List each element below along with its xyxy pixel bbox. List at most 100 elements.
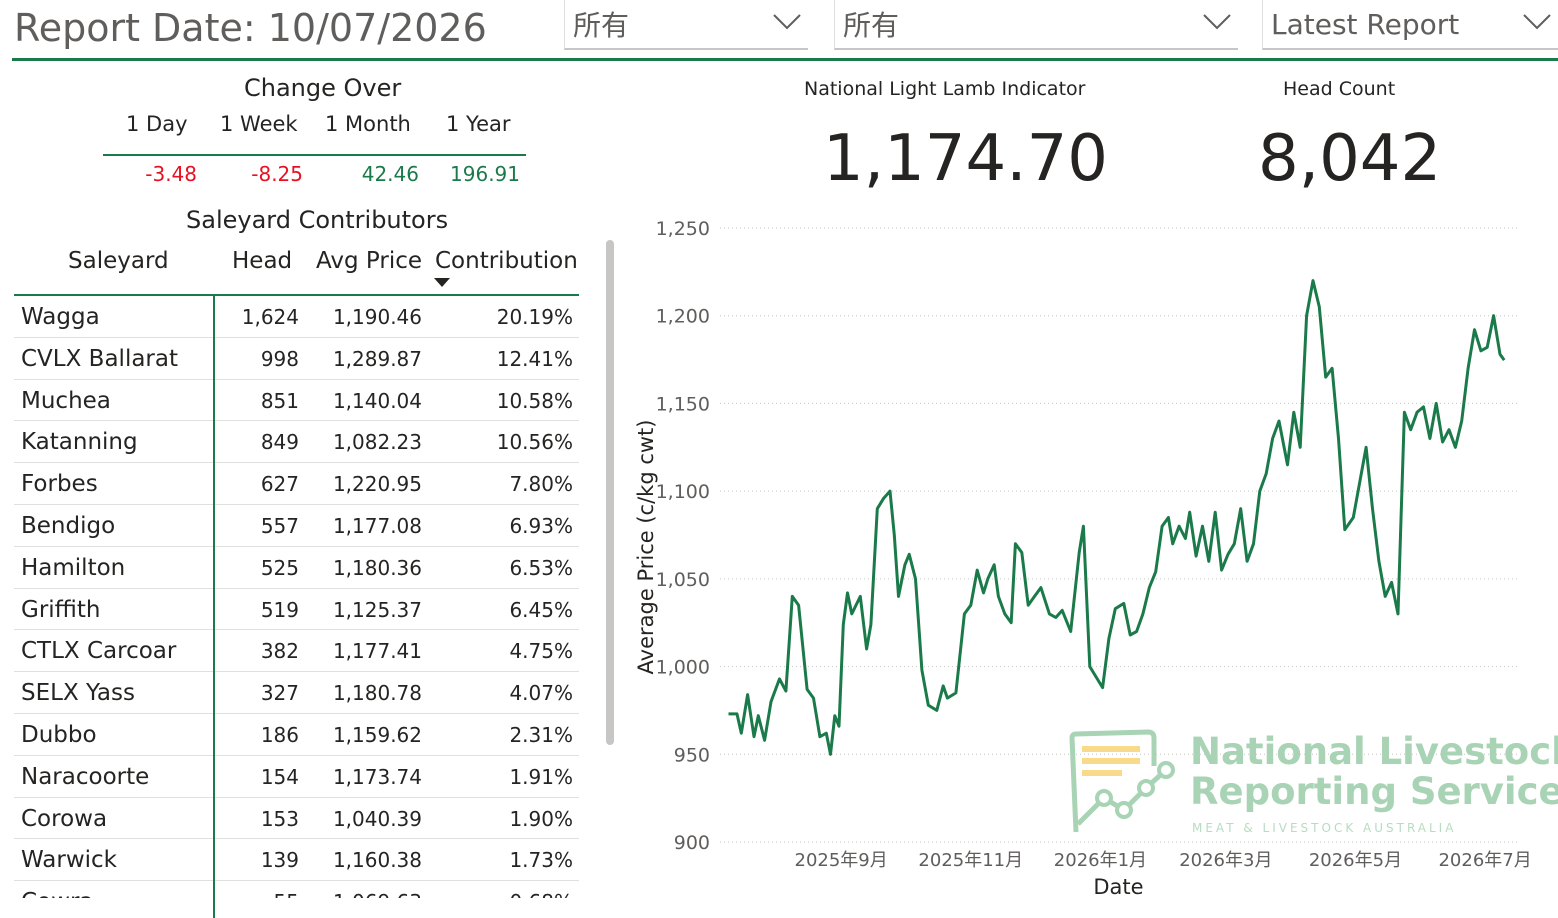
contribution-cell: 7.80% <box>509 472 573 497</box>
avg-price-cell: 1,220.95 <box>332 472 422 497</box>
saleyard-name-cell: Corowa <box>21 805 108 832</box>
table-scrollbar[interactable] <box>606 240 614 745</box>
y-tick-label: 1,000 <box>656 657 710 679</box>
head-cell: 627 <box>260 472 299 497</box>
head-cell: 139 <box>260 848 299 873</box>
price-series-line <box>728 279 1506 756</box>
change-value-1-month: 42.46 <box>361 162 419 186</box>
y-tick-label: 1,200 <box>656 306 710 328</box>
contribution-cell: 12.41% <box>496 346 573 371</box>
report-type-dropdown[interactable]: Latest Report <box>1262 0 1558 50</box>
report-date-title: Report Date: 10/07/2026 <box>14 6 487 50</box>
y-tick-label: 1,150 <box>656 393 710 415</box>
column-header-avg-price[interactable]: Avg Price <box>316 248 422 274</box>
contribution-cell: 4.75% <box>509 639 573 664</box>
filter-dropdown-2-value: 所有 <box>843 9 900 42</box>
table-row[interactable]: Dubbo 186 1,159.62 2.31% <box>14 714 579 756</box>
y-tick-label: 900 <box>674 832 710 854</box>
table-row[interactable]: Wagga 1,624 1,190.46 20.19% <box>14 296 579 338</box>
contribution-cell: 6.45% <box>509 597 573 622</box>
head-cell: 849 <box>260 430 299 455</box>
avg-price-cell: 1,180.78 <box>332 681 422 706</box>
filter-dropdown-1-value: 所有 <box>573 9 630 42</box>
contribution-cell: 0.68% <box>509 890 573 898</box>
contribution-cell: 20.19% <box>496 305 573 329</box>
header-divider <box>12 58 1558 61</box>
saleyard-name-cell: Forbes <box>21 471 98 498</box>
watermark-line-2: Reporting Service <box>1190 770 1558 813</box>
x-tick-label: 2026年1月 <box>1054 850 1147 871</box>
head-cell: 382 <box>260 639 299 664</box>
contribution-cell: 1.91% <box>509 764 573 789</box>
table-row[interactable]: Corowa 153 1,040.39 1.90% <box>14 798 579 840</box>
head-cell: 519 <box>260 597 299 622</box>
contribution-cell: 10.56% <box>496 430 573 455</box>
column-header-head[interactable]: Head <box>232 248 292 274</box>
head-cell: 154 <box>260 764 299 789</box>
saleyard-table-body: Wagga 1,624 1,190.46 20.19% CVLX Ballarat 998… <box>14 296 579 898</box>
watermark-line-1: National Livestock <box>1190 730 1558 773</box>
table-row[interactable]: Warwick 139 1,160.38 1.73% <box>14 839 579 882</box>
chevron-down-icon <box>1202 12 1232 32</box>
change-period-1-day: 1 Day <box>126 112 188 136</box>
saleyard-name-cell: Griffith <box>21 596 101 623</box>
chevron-down-icon <box>772 12 802 32</box>
indicator-value: 1,174.70 <box>823 122 1108 196</box>
saleyard-name-cell: Katanning <box>21 429 138 456</box>
contribution-cell: 1.73% <box>509 848 573 873</box>
avg-price-cell: 1,177.08 <box>332 513 422 538</box>
head-cell: 327 <box>260 681 299 706</box>
table-row[interactable]: CTLX Carcoar 382 1,177.41 4.75% <box>14 630 579 673</box>
change-over-divider <box>103 154 526 156</box>
table-row[interactable]: Forbes 627 1,220.95 7.80% <box>14 463 579 505</box>
saleyard-name-cell: Wagga <box>21 304 100 330</box>
head-cell: 55 <box>274 890 299 898</box>
table-row[interactable]: Griffith 519 1,125.37 6.45% <box>14 589 579 631</box>
x-axis-title: Date <box>1093 875 1143 899</box>
saleyard-name-cell: Cowra <box>21 889 94 898</box>
table-row[interactable]: SELX Yass 327 1,180.78 4.07% <box>14 672 579 714</box>
contribution-cell: 1.90% <box>509 806 573 831</box>
table-row[interactable]: Hamilton 525 1,180.36 6.53% <box>14 547 579 589</box>
avg-price-cell: 1,173.74 <box>332 764 422 789</box>
watermark-line-3: MEAT & LIVESTOCK AUSTRALIA <box>1192 821 1457 835</box>
saleyard-name-cell: CTLX Carcoar <box>21 638 177 665</box>
table-row[interactable]: Cowra 55 1,069.63 0.68% <box>14 881 579 898</box>
table-row[interactable]: CVLX Ballarat 998 1,289.87 12.41% <box>14 338 579 380</box>
head-cell: 186 <box>260 722 299 747</box>
head-cell: 851 <box>260 388 299 413</box>
y-tick-label: 1,050 <box>656 569 710 591</box>
head-cell: 998 <box>260 346 299 371</box>
avg-price-cell: 1,289.87 <box>332 346 422 371</box>
avg-price-cell: 1,125.37 <box>332 597 422 622</box>
avg-price-cell: 1,040.39 <box>332 806 422 831</box>
saleyard-name-cell: Bendigo <box>21 512 116 539</box>
nlrs-logo-icon <box>1069 729 1175 833</box>
nlrs-watermark: National Livestock Reporting Service MEA… <box>1066 728 1558 838</box>
table-row[interactable]: Muchea 851 1,140.04 10.58% <box>14 380 579 422</box>
saleyard-name-cell: Warwick <box>21 847 117 874</box>
column-header-contribution[interactable]: Contribution <box>435 248 578 274</box>
sort-descending-icon <box>434 278 450 287</box>
table-row[interactable]: Bendigo 557 1,177.08 6.93% <box>14 505 579 547</box>
avg-price-cell: 1,160.38 <box>332 848 422 873</box>
x-tick-label: 2025年9月 <box>795 850 888 871</box>
x-tick-label: 2025年11月 <box>918 850 1023 871</box>
chevron-down-icon <box>1522 12 1552 32</box>
contribution-cell: 2.31% <box>509 722 573 747</box>
x-tick-label: 2026年5月 <box>1309 850 1402 871</box>
saleyard-name-cell: CVLX Ballarat <box>21 345 178 372</box>
headcount-label: Head Count <box>1283 78 1396 100</box>
head-cell: 1,624 <box>241 305 299 329</box>
table-row[interactable]: Katanning 849 1,082.23 10.56% <box>14 421 579 464</box>
y-axis-title: Average Price (c/kg cwt) <box>634 420 658 675</box>
headcount-value: 8,042 <box>1258 122 1442 196</box>
table-row[interactable]: Naracoorte 154 1,173.74 1.91% <box>14 756 579 798</box>
table-column-divider <box>213 296 215 918</box>
filter-dropdown-2[interactable]: 所有 <box>834 0 1238 50</box>
saleyard-contributors-title: Saleyard Contributors <box>186 206 449 234</box>
y-tick-label: 1,250 <box>656 218 710 240</box>
column-header-saleyard[interactable]: Saleyard <box>68 248 169 274</box>
x-tick-label: 2026年3月 <box>1179 850 1272 871</box>
filter-dropdown-1[interactable]: 所有 <box>564 0 808 50</box>
